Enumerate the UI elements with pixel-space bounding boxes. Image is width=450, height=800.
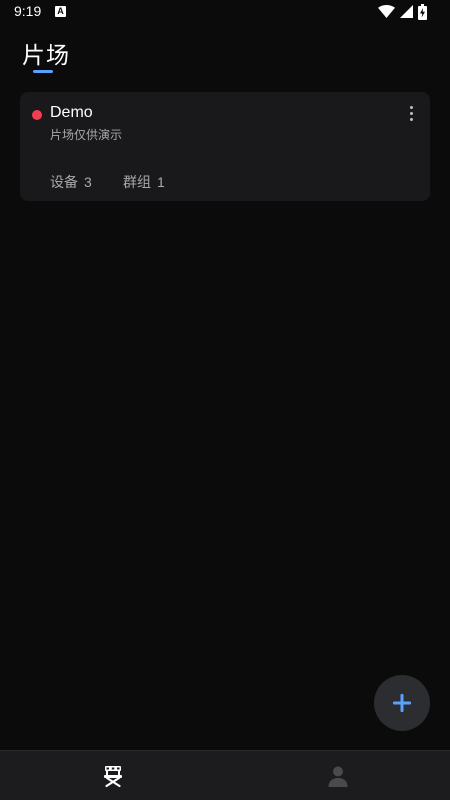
plus-icon: [393, 694, 411, 712]
bottom-navigation: [0, 750, 450, 800]
studio-description: 片场仅供演示: [50, 128, 123, 142]
studio-card[interactable]: Demo 片场仅供演示 设备 3 群组 1: [20, 92, 430, 201]
title-indicator: [33, 70, 53, 73]
status-bar: 9:19 A: [0, 0, 450, 24]
groups-stat: 群组 1: [123, 172, 165, 192]
devices-label: 设备: [50, 175, 78, 191]
notification-a-icon: A: [55, 6, 66, 17]
battery-charging-icon: [418, 4, 427, 20]
person-icon: [328, 766, 348, 787]
status-dot: [32, 110, 42, 120]
devices-count: 3: [84, 174, 92, 190]
director-chair-icon: [104, 766, 122, 788]
notification-a-label: A: [57, 6, 64, 16]
add-studio-button[interactable]: [374, 675, 430, 731]
wifi-icon: [378, 5, 395, 18]
nav-item-studio[interactable]: [0, 751, 225, 800]
status-time: 9:19: [14, 3, 42, 19]
devices-stat: 设备 3: [50, 172, 92, 192]
page-title: 片场: [22, 43, 70, 69]
groups-count: 1: [157, 174, 165, 190]
app-screen: 9:19 A 片场 Demo 片场仅供演示 设备 3 群组 1: [0, 0, 450, 800]
status-icons: [378, 4, 438, 20]
nav-item-profile[interactable]: [225, 751, 450, 800]
more-options-icon[interactable]: [406, 106, 416, 126]
studio-name: Demo: [50, 104, 93, 121]
groups-label: 群组: [123, 175, 151, 191]
signal-icon: [400, 5, 413, 18]
